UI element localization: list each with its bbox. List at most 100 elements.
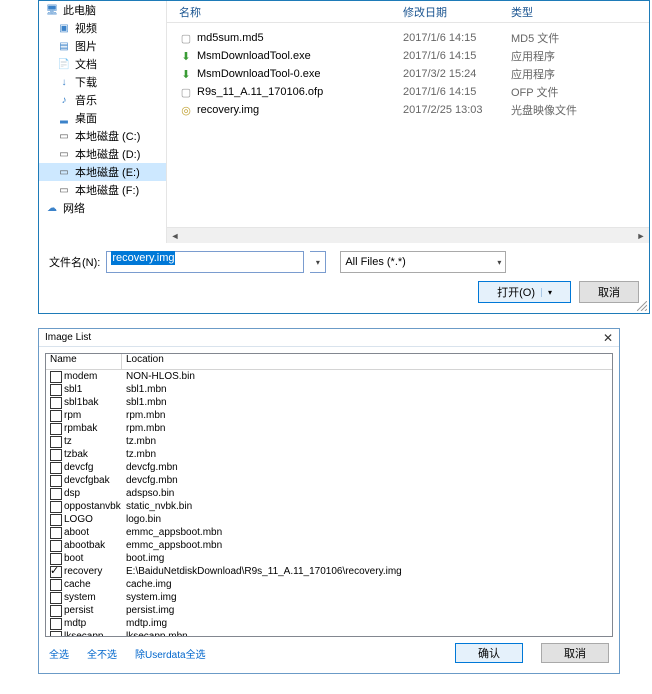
- nav-item[interactable]: 📄文档: [39, 55, 166, 73]
- file-type: MD5 文件: [511, 30, 559, 46]
- file-list[interactable]: ▢md5sum.md5 2017/1/6 14:15 MD5 文件 ⬇MsmDo…: [167, 23, 649, 227]
- row-checkbox[interactable]: [50, 384, 62, 396]
- partition-row[interactable]: modem NON-HLOS.bin: [46, 370, 612, 383]
- nav-item[interactable]: ↓下载: [39, 73, 166, 91]
- row-checkbox[interactable]: [50, 371, 62, 383]
- file-type: 应用程序: [511, 48, 555, 64]
- row-checkbox[interactable]: [50, 462, 62, 474]
- video-icon: ▣: [57, 21, 71, 35]
- row-checkbox[interactable]: [50, 410, 62, 422]
- file-row[interactable]: ◎recovery.img 2017/2/25 13:03 光盘映像文件: [179, 101, 649, 119]
- partition-row[interactable]: tzbak tz.mbn: [46, 448, 612, 461]
- file-row[interactable]: ▢R9s_11_A.11_170106.ofp 2017/1/6 14:15 O…: [179, 83, 649, 101]
- row-checkbox[interactable]: [50, 540, 62, 552]
- nav-item[interactable]: ♪音乐: [39, 91, 166, 109]
- partition-location: sbl1.mbn: [122, 384, 612, 395]
- row-checkbox[interactable]: [50, 566, 62, 578]
- partition-location: boot.img: [122, 553, 612, 564]
- filename-dropdown-icon[interactable]: ▾: [310, 251, 326, 273]
- file-open-dialog: 🖥此电脑▣视频▤图片📄文档↓下载♪音乐▂桌面▭本地磁盘 (C:)▭本地磁盘 (D…: [38, 0, 650, 314]
- cancel-button[interactable]: 取消: [579, 281, 639, 303]
- partition-row[interactable]: cache cache.img: [46, 578, 612, 591]
- partition-row[interactable]: persist persist.img: [46, 604, 612, 617]
- partition-row[interactable]: recovery E:\BaiduNetdiskDownload\R9s_11_…: [46, 565, 612, 578]
- scroll-left-icon[interactable]: ◄: [167, 228, 183, 244]
- partition-row[interactable]: boot boot.img: [46, 552, 612, 565]
- partition-row[interactable]: mdtp mdtp.img: [46, 617, 612, 630]
- partition-row[interactable]: system system.img: [46, 591, 612, 604]
- close-icon[interactable]: ✕: [603, 331, 613, 345]
- row-checkbox[interactable]: [50, 423, 62, 435]
- partition-row[interactable]: devcfgbak devcfg.mbn: [46, 474, 612, 487]
- resize-grip-icon[interactable]: [637, 301, 647, 311]
- nav-item[interactable]: ▭本地磁盘 (F:): [39, 181, 166, 199]
- partition-row[interactable]: rpm rpm.mbn: [46, 409, 612, 422]
- folder-tree[interactable]: 🖥此电脑▣视频▤图片📄文档↓下载♪音乐▂桌面▭本地磁盘 (C:)▭本地磁盘 (D…: [39, 1, 167, 243]
- partition-row[interactable]: oppostanvbk static_nvbk.bin: [46, 500, 612, 513]
- column-location[interactable]: Location: [122, 354, 612, 369]
- nav-item[interactable]: ▤图片: [39, 37, 166, 55]
- partition-name: dsp: [64, 488, 122, 499]
- column-name[interactable]: Name: [46, 354, 122, 369]
- file-date: 2017/1/6 14:15: [403, 50, 511, 62]
- file-type-filter-label: All Files (*.*): [345, 256, 406, 268]
- nav-item[interactable]: 🖥此电脑: [39, 1, 166, 19]
- partition-row[interactable]: sbl1bak sbl1.mbn: [46, 396, 612, 409]
- row-checkbox[interactable]: [50, 618, 62, 630]
- partition-row[interactable]: aboot emmc_appsboot.mbn: [46, 526, 612, 539]
- row-checkbox[interactable]: [50, 579, 62, 591]
- file-row[interactable]: ⬇MsmDownloadTool.exe 2017/1/6 14:15 应用程序: [179, 47, 649, 65]
- partition-name: sbl1: [64, 384, 122, 395]
- partition-row[interactable]: rpmbak rpm.mbn: [46, 422, 612, 435]
- partition-row[interactable]: devcfg devcfg.mbn: [46, 461, 612, 474]
- file-type: 应用程序: [511, 66, 555, 82]
- ok-button[interactable]: 确认: [455, 643, 523, 663]
- select-except-userdata-link[interactable]: 除Userdata全选: [135, 646, 206, 661]
- partition-row[interactable]: abootbak emmc_appsboot.mbn: [46, 539, 612, 552]
- partition-location: devcfg.mbn: [122, 462, 612, 473]
- row-checkbox[interactable]: [50, 592, 62, 604]
- partition-row[interactable]: sbl1 sbl1.mbn: [46, 383, 612, 396]
- row-checkbox[interactable]: [50, 449, 62, 461]
- scroll-right-icon[interactable]: ►: [633, 228, 649, 244]
- partition-row[interactable]: tz tz.mbn: [46, 435, 612, 448]
- partition-table[interactable]: Name Location modem NON-HLOS.bin sbl1 sb…: [45, 353, 613, 637]
- partition-row[interactable]: dsp adspso.bin: [46, 487, 612, 500]
- row-checkbox[interactable]: [50, 397, 62, 409]
- nav-item[interactable]: ▭本地磁盘 (E:): [39, 163, 166, 181]
- disk-icon: ▭: [57, 129, 71, 143]
- partition-name: recovery: [64, 566, 122, 577]
- nav-item[interactable]: ▂桌面: [39, 109, 166, 127]
- select-none-link[interactable]: 全不选: [87, 646, 117, 661]
- file-name: MsmDownloadTool-0.exe: [197, 68, 321, 80]
- row-checkbox[interactable]: [50, 488, 62, 500]
- cancel-button[interactable]: 取消: [541, 643, 609, 663]
- row-checkbox[interactable]: [50, 605, 62, 617]
- filename-input[interactable]: recovery.img: [106, 251, 304, 273]
- nav-item[interactable]: ☁网络: [39, 199, 166, 217]
- partition-row[interactable]: lksecapp lksecapp.mbn: [46, 630, 612, 637]
- file-type-filter[interactable]: All Files (*.*) ▾: [340, 251, 506, 273]
- partition-row[interactable]: LOGO logo.bin: [46, 513, 612, 526]
- nav-label: 本地磁盘 (D:): [75, 146, 140, 162]
- dialog-title: Image List: [45, 332, 91, 343]
- row-checkbox[interactable]: [50, 436, 62, 448]
- row-checkbox[interactable]: [50, 514, 62, 526]
- column-date[interactable]: 修改日期: [403, 4, 511, 20]
- nav-item[interactable]: ▭本地磁盘 (D:): [39, 145, 166, 163]
- nav-label: 本地磁盘 (E:): [75, 164, 140, 180]
- column-name[interactable]: 名称: [179, 4, 403, 20]
- row-checkbox[interactable]: [50, 475, 62, 487]
- file-date: 2017/1/6 14:15: [403, 86, 511, 98]
- column-type[interactable]: 类型: [511, 4, 649, 20]
- partition-location: logo.bin: [122, 514, 612, 525]
- open-button[interactable]: 打开(O)▾: [478, 281, 571, 303]
- row-checkbox[interactable]: [50, 527, 62, 539]
- file-row[interactable]: ⬇MsmDownloadTool-0.exe 2017/3/2 15:24 应用…: [179, 65, 649, 83]
- nav-item[interactable]: ▭本地磁盘 (C:): [39, 127, 166, 145]
- file-row[interactable]: ▢md5sum.md5 2017/1/6 14:15 MD5 文件: [179, 29, 649, 47]
- row-checkbox[interactable]: [50, 501, 62, 513]
- horizontal-scrollbar[interactable]: ◄ ►: [167, 227, 649, 243]
- nav-item[interactable]: ▣视频: [39, 19, 166, 37]
- select-all-link[interactable]: 全选: [49, 646, 69, 661]
